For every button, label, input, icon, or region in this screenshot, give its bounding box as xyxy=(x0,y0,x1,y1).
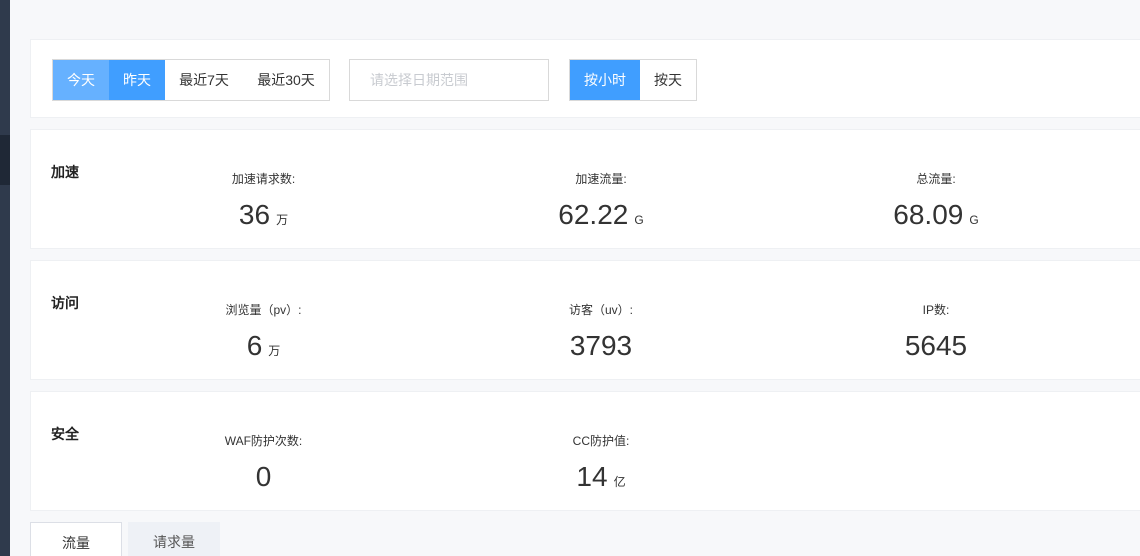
section-title: 加速 xyxy=(51,164,79,180)
range-30days-button[interactable]: 最近30天 xyxy=(243,60,329,100)
section-title: 访问 xyxy=(51,295,79,311)
accel-stats-card: 加速 加速请求数: 36 万 加速流量: 62.22 G 总流量: 68.09 G xyxy=(30,129,1140,249)
visitors-metric: 访客（uv）: 3793 xyxy=(551,301,651,362)
accel-requests-metric: 加速请求数: 36 万 xyxy=(211,170,316,231)
total-traffic-metric: 总流量: 68.09 G xyxy=(886,170,986,231)
tab-requests[interactable]: 请求量 xyxy=(128,522,220,556)
tab-traffic[interactable]: 流量 xyxy=(30,522,122,556)
pageviews-metric: 浏览量（pv）: 6万 xyxy=(211,301,316,362)
metric-value: 14 xyxy=(576,461,608,492)
by-hour-button[interactable]: 按小时 xyxy=(570,60,640,100)
metric-unit: 万 xyxy=(268,344,281,358)
by-day-button[interactable]: 按天 xyxy=(640,60,696,100)
metric-value: 62.22 xyxy=(558,199,629,230)
metric-value: 5645 xyxy=(904,330,968,361)
range-yesterday-button[interactable]: 昨天 xyxy=(109,60,165,100)
date-range-input[interactable] xyxy=(349,59,549,101)
waf-count-metric: WAF防护次数: 0 xyxy=(211,432,316,493)
range-7days-button[interactable]: 最近7天 xyxy=(165,60,243,100)
metric-unit: 万 xyxy=(276,213,289,227)
metric-label: 总流量: xyxy=(916,172,956,186)
metric-value: 36 xyxy=(238,199,271,230)
cc-protection-metric: CC防护值: 14 亿 xyxy=(551,432,651,493)
metric-value: 6 xyxy=(246,330,263,361)
ip-count-metric: IP数: 5645 xyxy=(886,301,986,362)
section-title: 安全 xyxy=(51,426,79,442)
sidebar-active-indicator xyxy=(0,135,10,185)
metric-unit: 亿 xyxy=(613,475,626,489)
metric-value: 68.09 xyxy=(893,199,964,230)
metric-label: 访客（uv）: xyxy=(568,303,633,317)
metric-label: IP数: xyxy=(922,303,950,317)
sidebar-edge xyxy=(0,0,10,556)
metric-label: CC防护值: xyxy=(572,434,630,448)
metric-label: 加速请求数: xyxy=(231,172,296,186)
metric-unit: G xyxy=(634,213,644,227)
metric-label: 浏览量（pv）: xyxy=(225,303,302,317)
date-range-selector: 今天 昨天 最近7天 最近30天 xyxy=(52,59,330,101)
visit-stats-card: 访问 浏览量（pv）: 6万 访客（uv）: 3793 IP数: 5645 xyxy=(30,260,1140,380)
metric-value: 3793 xyxy=(569,330,633,361)
filter-toolbar: 今天 昨天 最近7天 最近30天 按小时 按天 xyxy=(30,39,1140,118)
metric-value: 0 xyxy=(255,461,272,492)
metric-label: 加速流量: xyxy=(575,172,627,186)
metric-label: WAF防护次数: xyxy=(224,434,303,448)
range-today-button[interactable]: 今天 xyxy=(53,60,109,100)
metric-unit: G xyxy=(969,213,979,227)
granularity-selector: 按小时 按天 xyxy=(569,59,697,101)
accel-traffic-metric: 加速流量: 62.22 G xyxy=(551,170,651,231)
security-stats-card: 安全 WAF防护次数: 0 CC防护值: 14 亿 xyxy=(30,391,1140,511)
